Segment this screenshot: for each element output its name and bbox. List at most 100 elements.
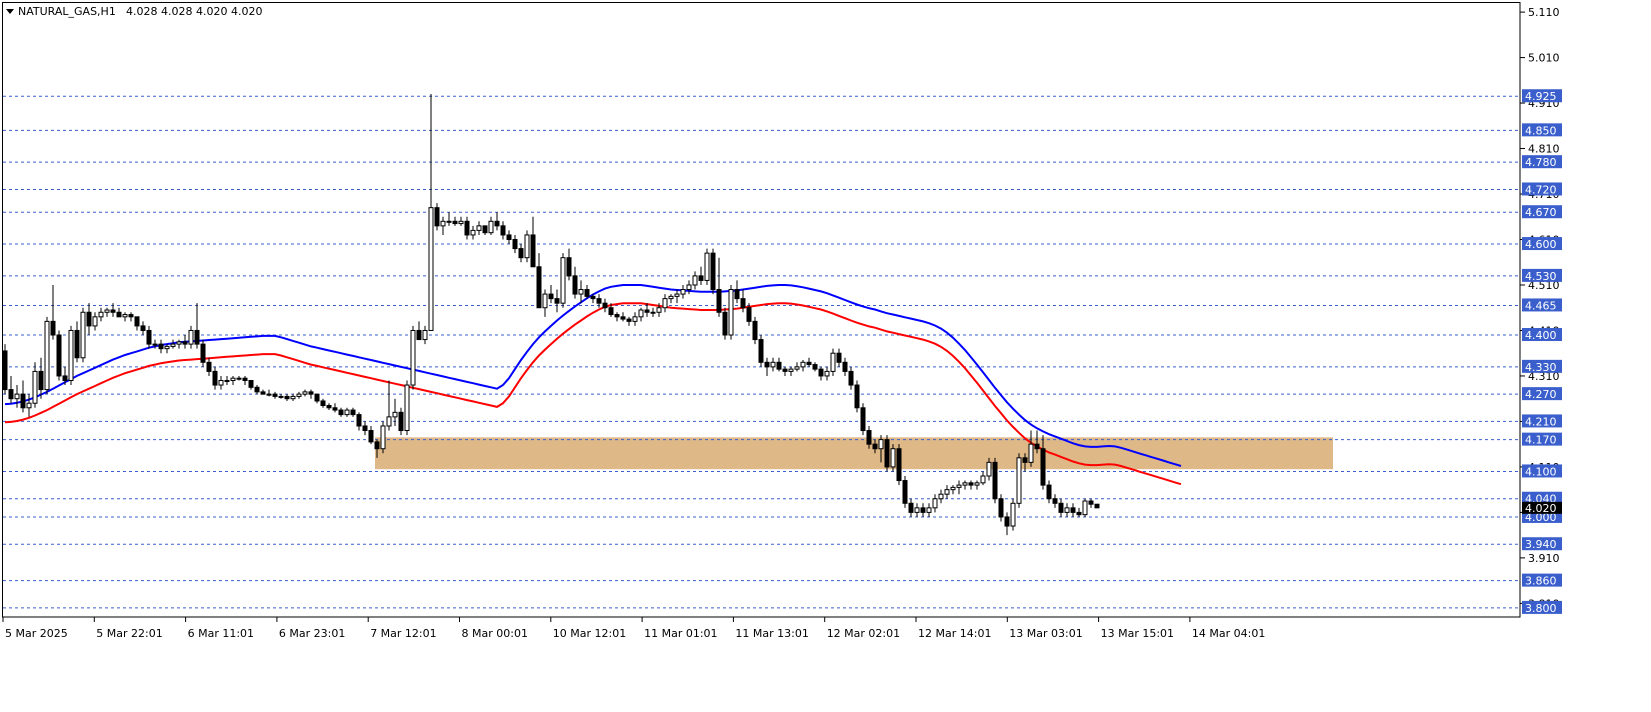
level-price-label: 4.210 <box>1525 415 1557 428</box>
candle <box>104 307 110 317</box>
candle <box>836 348 842 367</box>
candle <box>8 375 14 404</box>
candle-body-down <box>62 375 68 381</box>
candle-body-up <box>938 493 944 500</box>
candle-body-up <box>962 482 968 486</box>
candle <box>194 303 200 349</box>
candle <box>422 325 428 345</box>
candle-body-up <box>524 234 530 259</box>
candle-body-down <box>116 311 122 318</box>
candle <box>710 248 716 295</box>
candle-body-down <box>206 361 212 372</box>
candle <box>704 248 710 285</box>
candle <box>86 303 92 336</box>
x-axis-tick-label: 11 Mar 13:01 <box>735 627 808 640</box>
candle-body-down <box>764 361 770 368</box>
y-axis-tick-label: 5.010 <box>1528 52 1560 65</box>
candle <box>914 503 920 517</box>
candle-body-down <box>602 302 608 309</box>
candle-body-down <box>86 311 92 327</box>
candle-body-down <box>842 361 848 372</box>
candle <box>74 321 80 363</box>
candle-body-up <box>1082 500 1088 516</box>
candle-body-down <box>272 393 278 397</box>
candle-body-down <box>1022 457 1028 463</box>
candle-body-down <box>548 293 554 300</box>
candle-body-down <box>134 316 140 327</box>
candle <box>320 398 326 408</box>
candle <box>842 357 848 376</box>
candle <box>896 444 902 486</box>
candle <box>1004 512 1010 536</box>
candle <box>338 407 344 417</box>
candle <box>20 380 26 413</box>
candle-body-down <box>716 289 722 313</box>
candle-body-down <box>536 266 542 309</box>
candle <box>626 316 632 326</box>
candle-body-up <box>878 439 884 450</box>
candle <box>314 393 320 404</box>
symbol-dropdown-icon[interactable] <box>6 9 14 14</box>
candle-body-down <box>326 405 332 409</box>
candle <box>932 494 938 513</box>
candle-body-down <box>284 395 290 400</box>
candle-body-down <box>50 320 56 336</box>
candle <box>122 312 128 322</box>
candle-body-up <box>542 293 548 309</box>
candle-body-down <box>494 220 500 227</box>
candle <box>1058 498 1064 517</box>
candle <box>356 412 362 431</box>
candle-body-down <box>20 393 26 409</box>
x-axis-tick-label: 14 Mar 04:01 <box>1192 627 1265 640</box>
candle-body-down <box>242 377 248 381</box>
candle <box>1028 430 1034 467</box>
candle <box>248 379 254 390</box>
candle-body-down <box>572 275 578 295</box>
candle-body-down <box>998 498 1004 518</box>
candle-body-down <box>356 414 362 427</box>
candle-body-up <box>560 257 566 304</box>
candle-body-up <box>68 329 74 381</box>
candle-body-up <box>32 370 38 404</box>
candle-body-up <box>656 307 662 313</box>
candle-body-up <box>794 366 800 370</box>
candle-body-down <box>1004 516 1010 527</box>
candle-body-down <box>596 298 602 304</box>
candle <box>956 480 962 495</box>
candle <box>668 294 674 304</box>
candle-body-down <box>710 252 716 291</box>
candle-body-down <box>896 448 902 482</box>
candle <box>770 357 776 372</box>
candle <box>752 316 758 345</box>
candle-body-up <box>638 309 644 318</box>
candle <box>56 330 62 381</box>
candle <box>200 339 206 367</box>
candle-body-up <box>728 289 734 336</box>
candle-body-down <box>182 341 188 345</box>
candle-body-up <box>386 416 392 427</box>
candle-body-down <box>566 257 572 277</box>
candle <box>26 394 32 417</box>
candle-body-up <box>428 207 434 331</box>
candle <box>692 271 698 290</box>
candle-body-down <box>500 225 506 236</box>
candle-body-down <box>608 307 614 316</box>
candle-body-down <box>308 391 314 395</box>
candle <box>182 335 188 349</box>
candle <box>488 216 494 235</box>
candle-body-down <box>920 507 926 513</box>
candle <box>446 212 452 226</box>
candle-body-up <box>470 229 476 236</box>
level-price-label: 4.270 <box>1525 388 1557 401</box>
candle <box>938 489 944 504</box>
candle-body-down <box>1040 448 1046 486</box>
candle <box>302 389 308 397</box>
candle <box>404 380 410 436</box>
candle-body-up <box>914 507 920 513</box>
level-price-label: 4.600 <box>1525 238 1557 251</box>
x-axis-tick-label: 11 Mar 01:01 <box>644 627 717 640</box>
candle <box>176 339 182 349</box>
candle-body-down <box>434 207 440 227</box>
candle <box>128 312 134 322</box>
candle <box>170 339 176 349</box>
